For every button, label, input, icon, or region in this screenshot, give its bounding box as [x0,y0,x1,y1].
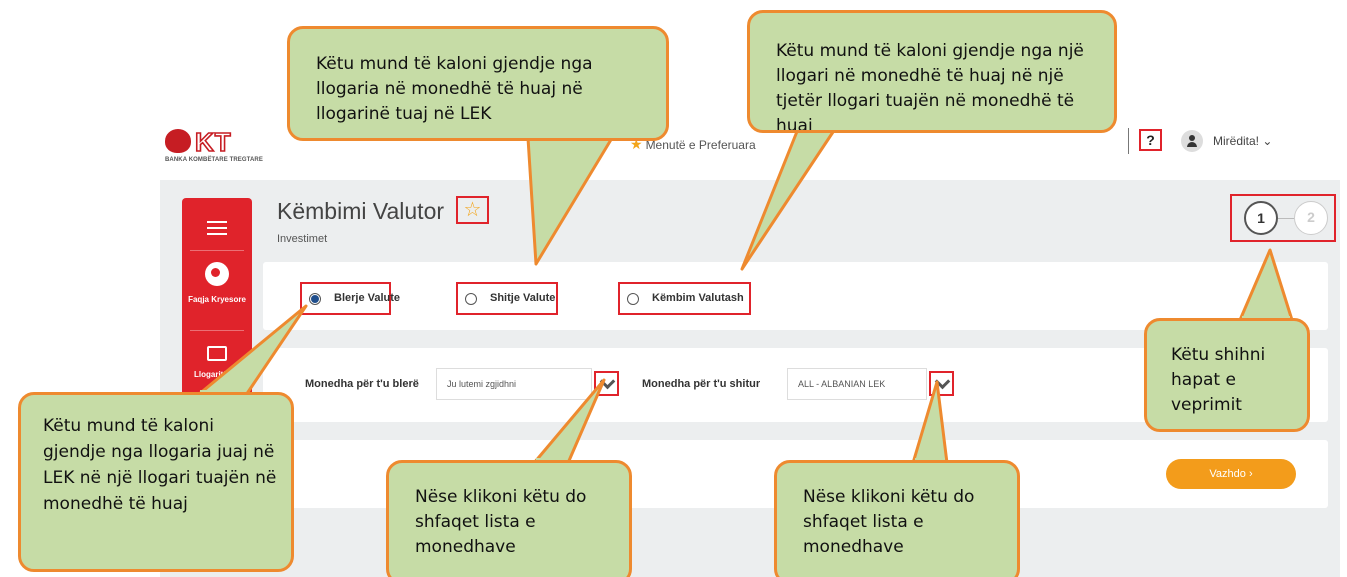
callout-sell-dropdown: Nëse klikoni këtu do shfaqet lista e mon… [774,460,1020,577]
callout-steps: Këtu shihni hapat e veprimit [1144,318,1310,432]
callout-tail-dropdown2 [911,380,949,465]
callout-sell-currency: Këtu mund të kaloni gjendje nga llogaria… [287,26,669,141]
callout-buy-currency: Këtu mund të kaloni gjendje nga llogaria… [18,392,294,572]
callout-tail-dropdown1 [532,378,606,465]
callout-currency-exchange: Këtu mund të kaloni gjendje nga një llog… [747,10,1117,133]
callout-buy-dropdown: Nëse klikoni këtu do shfaqet lista e mon… [386,460,632,577]
callout-tail-buy [196,304,308,397]
callout-tail-exchange [740,127,837,271]
callout-tail-sell [526,136,614,266]
callout-tail-steps [1238,248,1294,322]
